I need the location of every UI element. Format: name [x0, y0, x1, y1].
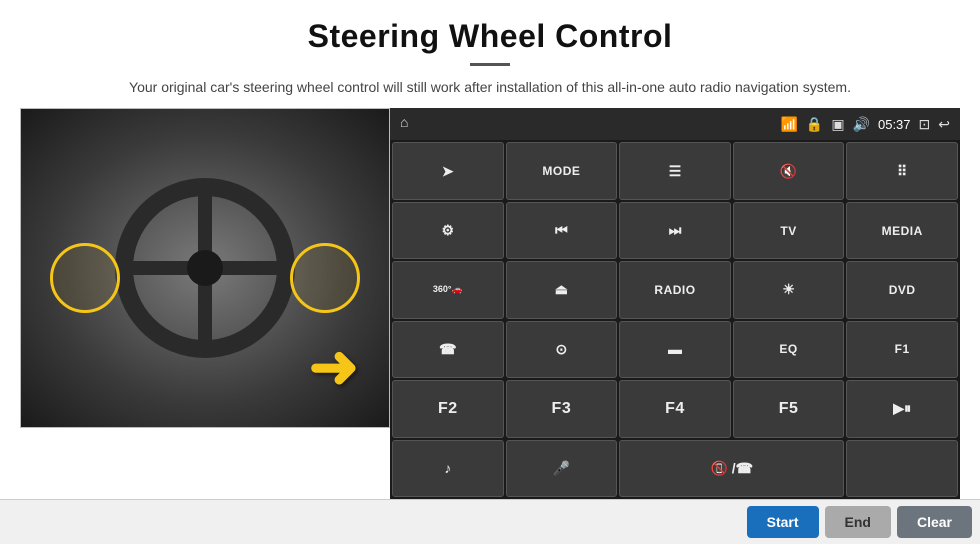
btn-f2[interactable]: F2 — [392, 380, 504, 437]
handsfree-icon: 📵 /☎ — [710, 460, 753, 477]
btn-eq[interactable]: EQ — [733, 321, 845, 378]
next-icon: ⏭ — [669, 222, 682, 239]
lock-icon: 🔒 — [806, 116, 823, 133]
mute-icon: 🔇 — [780, 163, 797, 180]
btn-radio[interactable]: RADIO — [619, 261, 731, 318]
status-bar-right: 📶 🔒 ▣ 🔊 05:37 ⊡ ↩ — [780, 116, 950, 133]
bottom-bar: Start End Clear — [0, 499, 980, 544]
eject-icon: ⏏ — [555, 281, 568, 298]
btn-settings[interactable]: ⚙ — [392, 202, 504, 259]
button-grid: ➤ MODE ☰ 🔇 ⠿ ⚙ ⏮ ⏭ TV MEDIA 360°🚗 ⏏ RADI… — [390, 140, 960, 499]
bt-icon: 🔊 — [853, 116, 870, 133]
status-bar-left: ⌂ — [400, 116, 408, 132]
content-area: ➜ ⌂ 📶 🔒 ▣ 🔊 05:37 ⊡ ↩ — [0, 108, 980, 499]
btn-dvd[interactable]: DVD — [846, 261, 958, 318]
btn-screen[interactable]: ▬ — [619, 321, 731, 378]
btn-handsfree[interactable]: 📵 /☎ — [619, 440, 844, 497]
btn-eject[interactable]: ⏏ — [506, 261, 618, 318]
steering-hub — [187, 250, 223, 286]
status-bar: ⌂ 📶 🔒 ▣ 🔊 05:37 ⊡ ↩ — [390, 108, 960, 140]
highlight-circle-left — [50, 243, 120, 313]
time-display: 05:37 — [878, 117, 911, 132]
btn-next[interactable]: ⏭ — [619, 202, 731, 259]
brightness-icon: ☀ — [782, 281, 795, 298]
prev-icon: ⏮ — [555, 222, 568, 239]
subtitle-text: Your original car's steering wheel contr… — [60, 76, 920, 98]
car-image: ➜ — [20, 108, 390, 428]
phone-icon: ☎ — [439, 341, 456, 358]
back-icon[interactable]: ↩ — [938, 116, 950, 133]
btn-prev[interactable]: ⏮ — [506, 202, 618, 259]
car-image-background: ➜ — [21, 109, 389, 427]
btn-navigate[interactable]: ➤ — [392, 142, 504, 199]
btn-f5[interactable]: F5 — [733, 380, 845, 437]
btn-mode[interactable]: MODE — [506, 142, 618, 199]
highlight-circle-right — [290, 243, 360, 313]
btn-apps[interactable]: ⠿ — [846, 142, 958, 199]
page-container: Steering Wheel Control Your original car… — [0, 0, 980, 544]
btn-playpause[interactable]: ▶⏸ — [846, 380, 958, 437]
btn-media[interactable]: MEDIA — [846, 202, 958, 259]
btn-brightness[interactable]: ☀ — [733, 261, 845, 318]
list-icon: ☰ — [669, 163, 682, 180]
btn-phone[interactable]: ☎ — [392, 321, 504, 378]
title-divider — [470, 63, 510, 66]
navigate-icon: ➤ — [442, 163, 454, 180]
btn-music[interactable]: ♪ — [392, 440, 504, 497]
btn-f4[interactable]: F4 — [619, 380, 731, 437]
wifi-icon: 📶 — [780, 116, 797, 133]
cam360-icon: 360°🚗 — [433, 284, 463, 295]
steering-wheel — [115, 178, 295, 358]
btn-tv[interactable]: TV — [733, 202, 845, 259]
control-panel: ⌂ 📶 🔒 ▣ 🔊 05:37 ⊡ ↩ ➤ MODE ☰ 🔇 — [390, 108, 960, 499]
btn-360cam[interactable]: 360°🚗 — [392, 261, 504, 318]
playpause-icon: ▶⏸ — [893, 400, 911, 417]
sd-icon: ▣ — [831, 116, 844, 133]
music-icon: ♪ — [444, 460, 451, 476]
settings-icon: ⚙ — [442, 222, 455, 239]
mic-icon: 🎤 — [553, 460, 570, 477]
btn-swipe[interactable]: ⊙ — [506, 321, 618, 378]
btn-f1[interactable]: F1 — [846, 321, 958, 378]
btn-mic[interactable]: 🎤 — [506, 440, 618, 497]
start-button[interactable]: Start — [747, 506, 819, 538]
swipe-icon: ⊙ — [556, 341, 568, 358]
apps-icon: ⠿ — [897, 163, 907, 180]
header-section: Steering Wheel Control Your original car… — [0, 0, 980, 108]
page-title: Steering Wheel Control — [60, 18, 920, 55]
window-icon[interactable]: ⊡ — [919, 116, 931, 133]
end-button[interactable]: End — [825, 506, 891, 538]
screen-icon: ▬ — [668, 341, 682, 357]
home-icon[interactable]: ⌂ — [400, 116, 408, 132]
btn-f3[interactable]: F3 — [506, 380, 618, 437]
btn-extra[interactable] — [846, 440, 958, 497]
btn-mute[interactable]: 🔇 — [733, 142, 845, 199]
btn-list[interactable]: ☰ — [619, 142, 731, 199]
arrow-indicator: ➜ — [309, 337, 359, 397]
clear-button[interactable]: Clear — [897, 506, 972, 538]
